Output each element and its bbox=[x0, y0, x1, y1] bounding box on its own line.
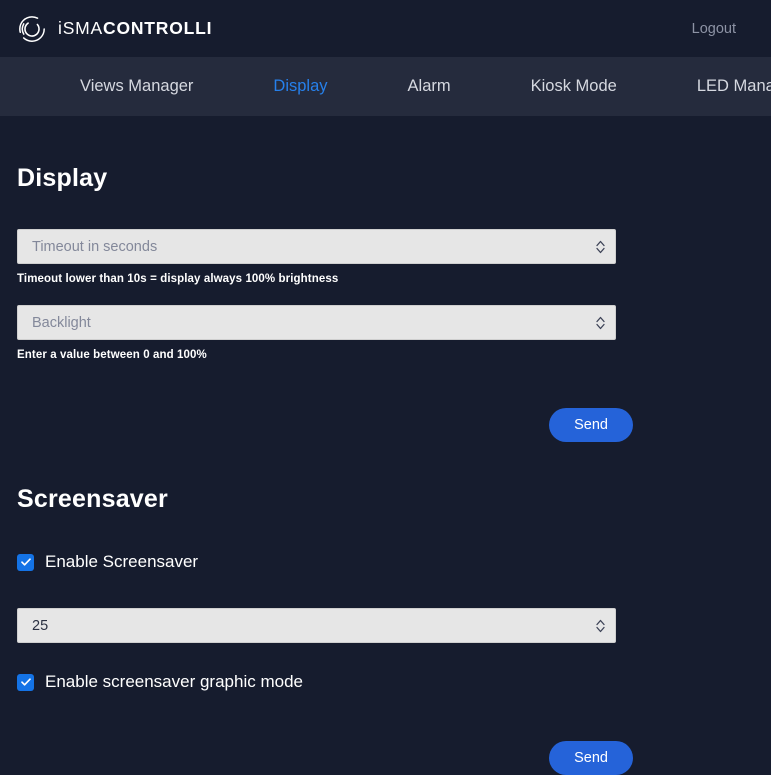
screensaver-section-title: Screensaver bbox=[17, 485, 168, 513]
brand-name-bold: CONTROLLI bbox=[103, 18, 213, 38]
timeout-input[interactable] bbox=[17, 229, 616, 264]
timeout-field-wrapper bbox=[17, 229, 616, 264]
timeout-stepper-updown-icon[interactable] bbox=[595, 238, 606, 255]
screensaver-timeout-field-wrapper bbox=[17, 608, 616, 643]
nav-item-views-manager[interactable]: Views Manager bbox=[40, 57, 233, 116]
graphic-mode-checkbox[interactable] bbox=[17, 673, 34, 691]
screensaver-timeout-input[interactable] bbox=[17, 608, 616, 643]
display-send-button[interactable]: Send bbox=[549, 408, 633, 442]
nav-item-kiosk-mode[interactable]: Kiosk Mode bbox=[491, 57, 657, 116]
logout-link[interactable]: Logout bbox=[692, 21, 736, 37]
display-send-row: Send bbox=[17, 408, 633, 442]
checkmark-icon bbox=[20, 678, 31, 686]
nav-item-alarm[interactable]: Alarm bbox=[368, 57, 491, 116]
backlight-field-wrapper bbox=[17, 305, 616, 340]
screensaver-stepper-updown-icon[interactable] bbox=[595, 617, 606, 634]
checkmark-icon bbox=[20, 558, 31, 566]
backlight-helper-text: Enter a value between 0 and 100% bbox=[17, 349, 207, 361]
backlight-input[interactable] bbox=[17, 305, 616, 340]
brand-name-light: iSMA bbox=[58, 18, 104, 38]
isma-circle-logo-icon bbox=[19, 15, 45, 42]
backlight-stepper-updown-icon[interactable] bbox=[595, 314, 606, 331]
timeout-helper-text: Timeout lower than 10s = display always … bbox=[17, 273, 339, 285]
main-navigation: Views Manager Display Alarm Kiosk Mode L… bbox=[0, 57, 771, 116]
brand-name: iSMACONTROLLI bbox=[58, 18, 212, 39]
enable-screensaver-checkbox[interactable] bbox=[17, 553, 34, 571]
screensaver-send-button[interactable]: Send bbox=[549, 741, 633, 775]
display-section-title: Display bbox=[17, 164, 108, 192]
nav-item-led-manager[interactable]: LED Manager bbox=[657, 57, 771, 116]
nav-item-display[interactable]: Display bbox=[233, 57, 367, 116]
graphic-mode-label: Enable screensaver graphic mode bbox=[45, 672, 303, 691]
screensaver-send-row: Send bbox=[17, 741, 633, 775]
enable-screensaver-checkbox-row[interactable]: Enable Screensaver bbox=[17, 552, 198, 572]
page-content: Display Timeout lower than 10s = display… bbox=[0, 116, 771, 775]
brand: iSMACONTROLLI bbox=[17, 14, 212, 44]
graphic-mode-checkbox-row[interactable]: Enable screensaver graphic mode bbox=[17, 672, 303, 692]
app-header: iSMACONTROLLI Logout bbox=[0, 0, 771, 57]
enable-screensaver-label: Enable Screensaver bbox=[45, 552, 199, 571]
